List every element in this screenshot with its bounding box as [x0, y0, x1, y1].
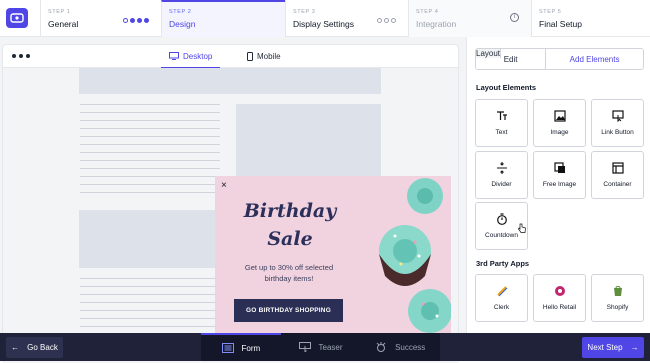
close-icon[interactable]: ×	[221, 180, 227, 191]
app-shopify[interactable]: Shopify	[591, 274, 644, 322]
step-number: STEP 1	[48, 9, 71, 15]
desktop-label: Desktop	[183, 51, 213, 61]
element-label: Countdown	[485, 232, 518, 239]
shopify-icon	[612, 285, 624, 297]
step-integration[interactable]: STEP 4 Integration i	[408, 0, 531, 37]
app-clerk[interactable]: Clerk	[475, 274, 528, 322]
tab-success[interactable]: Success	[360, 333, 440, 361]
step-general[interactable]: STEP 1 General	[40, 0, 161, 37]
popup-title-line1: Birthday	[243, 200, 337, 222]
tab-teaser[interactable]: Teaser	[281, 333, 361, 361]
hand-cursor-icon	[518, 223, 526, 233]
step-display-settings[interactable]: STEP 3 Display Settings	[285, 0, 408, 37]
placeholder-block	[79, 68, 381, 94]
placeholder-block	[79, 210, 221, 268]
go-back-label: Go Back	[27, 343, 58, 352]
info-icon[interactable]: i	[510, 13, 519, 22]
desktop-toggle[interactable]: Desktop	[161, 45, 221, 68]
app-logo-icon[interactable]	[6, 8, 28, 28]
element-container[interactable]: Container	[591, 151, 644, 199]
element-label: Free Image	[542, 181, 577, 188]
tab-form[interactable]: Form	[201, 333, 281, 361]
tab-label: Teaser	[318, 342, 343, 352]
step-number: STEP 5	[539, 9, 562, 15]
third-party-apps-heading: 3rd Party Apps	[476, 259, 530, 268]
mobile-icon	[247, 52, 253, 61]
teaser-icon	[298, 342, 311, 352]
step-design[interactable]: STEP 2 Design	[161, 0, 285, 37]
panel-tabs: Edit Layout Add Elements	[475, 48, 644, 70]
step-final-setup[interactable]: STEP 5 Final Setup	[531, 0, 650, 37]
stopwatch-icon	[496, 213, 508, 225]
element-label: Container	[603, 181, 632, 188]
text-icon	[496, 110, 508, 122]
popup-description: Get up to 30% off selected birthday item…	[244, 263, 334, 283]
next-step-button[interactable]: Next Step →	[582, 337, 644, 358]
step-number: STEP 3	[293, 9, 316, 15]
element-text[interactable]: Text	[475, 99, 528, 147]
step-title: Design	[169, 19, 196, 29]
element-image[interactable]: Image	[533, 99, 586, 147]
element-divider[interactable]: Divider	[475, 151, 528, 199]
element-free-image[interactable]: Free Image	[533, 151, 586, 199]
popup-title-line2: Sale	[267, 228, 313, 250]
desktop-icon	[169, 52, 179, 60]
element-label: Text	[495, 129, 508, 136]
hello-retail-icon	[554, 285, 566, 297]
go-back-button[interactable]: ← Go Back	[6, 337, 63, 358]
website-mockup: × Birthday Sale Get up to 30% off select…	[3, 68, 458, 363]
cupcake-image	[379, 178, 451, 333]
mobile-label: Mobile	[257, 52, 281, 61]
preview-frame: Desktop Mobile × Birthday Sale Get up to…	[3, 45, 458, 363]
link-button-icon	[611, 110, 624, 122]
editor-canvas: Desktop Mobile × Birthday Sale Get up to…	[0, 37, 466, 363]
element-link-button[interactable]: Link Button	[591, 99, 644, 147]
free-image-icon	[553, 162, 566, 174]
form-icon	[221, 343, 234, 353]
step-title: Final Setup	[539, 19, 582, 29]
app-label: Hello Retail	[542, 304, 577, 311]
element-label: Divider	[491, 181, 512, 188]
next-step-label: Next Step	[587, 343, 623, 352]
preview-toolbar: Desktop Mobile	[3, 45, 458, 68]
birthday-popup[interactable]: × Birthday Sale Get up to 30% off select…	[215, 176, 451, 340]
properties-panel: Edit Layout Add Elements Layout Elements…	[466, 37, 650, 333]
element-label: Link Button	[601, 129, 634, 136]
more-options-icon[interactable]	[12, 54, 30, 58]
image-icon	[553, 110, 566, 122]
element-label: Image	[550, 129, 569, 136]
tab-label: Form	[241, 343, 261, 353]
top-stepper: STEP 1 General STEP 2 Design STEP 3 Disp…	[0, 0, 650, 37]
tab-add-elements[interactable]: Add Elements	[546, 49, 643, 69]
popup-cta-button[interactable]: GO BIRTHDAY SHOPPING	[234, 299, 343, 322]
container-icon	[611, 162, 624, 174]
step-number: STEP 2	[169, 9, 192, 15]
clerk-icon	[496, 285, 508, 297]
arrow-left-icon: ←	[11, 343, 20, 352]
bottom-bar: ← Go Back Form Teaser Success Next Step …	[0, 333, 650, 361]
app-label: Clerk	[493, 304, 510, 311]
divider-icon	[496, 162, 508, 174]
progress-dots-icon	[123, 18, 149, 23]
tab-label: Success	[395, 342, 426, 352]
success-icon	[376, 342, 386, 352]
app-label: Shopify	[606, 304, 629, 311]
mobile-toggle[interactable]: Mobile	[239, 45, 289, 68]
layout-elements-heading: Layout Elements	[476, 83, 537, 92]
arrow-right-icon: →	[630, 343, 639, 352]
progress-dots-icon	[377, 18, 396, 23]
tab-layout[interactable]: Layout	[476, 49, 502, 58]
form-view-tabs: Form Teaser Success	[201, 333, 440, 361]
app-hello-retail[interactable]: Hello Retail	[533, 274, 586, 322]
